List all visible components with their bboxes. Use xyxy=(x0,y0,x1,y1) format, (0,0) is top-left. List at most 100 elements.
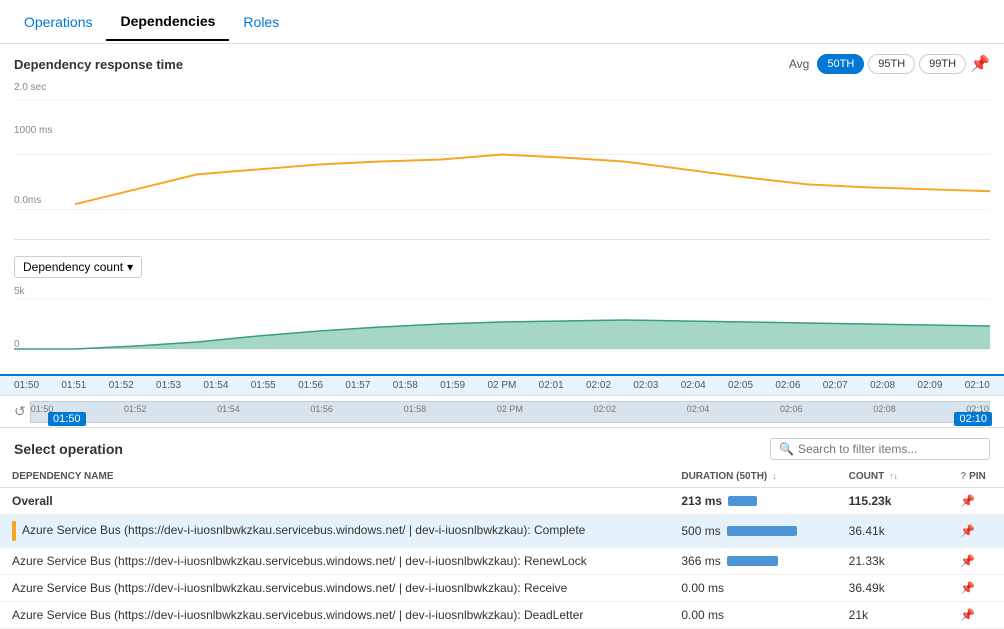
range-start-label: 01:50 xyxy=(48,412,86,426)
pct-50-button[interactable]: 50TH xyxy=(817,54,864,74)
cell-dep-name: Overall xyxy=(0,488,669,515)
tick-20: 02:10 xyxy=(965,380,990,391)
table-container: DEPENDENCY NAME DURATION (50TH) ↓ COUNT … xyxy=(0,466,1004,629)
range-labels: 01:50 02:10 xyxy=(48,412,992,426)
cell-pin[interactable]: 📌 xyxy=(948,488,1004,515)
th-pin: ? PIN xyxy=(948,466,1004,488)
dep-name-text: Overall xyxy=(12,494,53,508)
pin-icon[interactable]: 📌 xyxy=(960,524,975,538)
tick-8: 01:58 xyxy=(393,380,418,391)
tab-dependencies[interactable]: Dependencies xyxy=(106,3,229,41)
cell-count: 21k xyxy=(837,602,949,629)
chart-header: Dependency response time Avg 50TH 95TH 9… xyxy=(14,54,990,74)
table-row[interactable]: Azure Service Bus (https://dev-i-iuosnlb… xyxy=(0,602,1004,629)
tick-3: 01:53 xyxy=(156,380,181,391)
tick-11: 02:01 xyxy=(539,380,564,391)
cell-dep-name: Azure Service Bus (https://dev-i-iuosnlb… xyxy=(0,515,669,548)
pin-icon[interactable]: 📌 xyxy=(960,608,975,622)
cell-count: 115.23k xyxy=(837,488,949,515)
tick-0: 01:50 xyxy=(14,380,39,391)
count-value: 115.23k xyxy=(849,494,892,508)
cell-pin[interactable]: 📌 xyxy=(948,515,1004,548)
table-row[interactable]: Overall 213 ms 115.23k 📌 xyxy=(0,488,1004,515)
response-time-section: Dependency response time Avg 50TH 95TH 9… xyxy=(0,44,1004,250)
tick-9: 01:59 xyxy=(440,380,465,391)
y-label-0: 0 xyxy=(14,339,20,350)
tab-roles[interactable]: Roles xyxy=(229,4,293,40)
orange-indicator xyxy=(12,521,16,541)
th-duration-label: DURATION (50TH) xyxy=(681,471,767,482)
pin-icon[interactable]: 📌 xyxy=(960,554,975,568)
duration-cell-inner: 0.00 ms xyxy=(681,581,824,595)
count-chart-section: 5k 0 xyxy=(0,284,1004,374)
tick-6: 01:56 xyxy=(298,380,323,391)
timeline-section[interactable]: 01:50 01:51 01:52 01:53 01:54 01:55 01:5… xyxy=(0,374,1004,396)
tick-7: 01:57 xyxy=(345,380,370,391)
tick-14: 02:04 xyxy=(681,380,706,391)
select-operation-header: Select operation 🔍 xyxy=(0,428,1004,466)
table-row[interactable]: Azure Service Bus (https://dev-i-iuosnlb… xyxy=(0,575,1004,602)
th-count[interactable]: COUNT ↑↓ xyxy=(837,466,949,488)
th-duration[interactable]: DURATION (50TH) ↓ xyxy=(669,466,836,488)
tick-5: 01:55 xyxy=(251,380,276,391)
cell-dep-name: Azure Service Bus (https://dev-i-iuosnlb… xyxy=(0,575,669,602)
cell-pin[interactable]: 📌 xyxy=(948,602,1004,629)
dropdown-label: Dependency count xyxy=(23,260,123,274)
tab-operations[interactable]: Operations xyxy=(10,4,106,40)
duration-cell-inner: 213 ms xyxy=(681,494,824,508)
y-label-2sec: 2.0 sec xyxy=(14,82,46,93)
search-box[interactable]: 🔍 xyxy=(770,438,990,460)
tick-1: 01:51 xyxy=(61,380,86,391)
cell-count: 36.49k xyxy=(837,575,949,602)
cell-duration: 366 ms xyxy=(669,548,836,575)
duration-cell-inner: 0.00 ms xyxy=(681,608,824,622)
orange-line-svg xyxy=(14,80,990,239)
tick-10: 02 PM xyxy=(487,380,516,391)
count-value: 21k xyxy=(849,608,868,622)
pin-icon[interactable]: 📌 xyxy=(960,581,975,595)
dependency-count-dropdown[interactable]: Dependency count ▾ xyxy=(14,256,142,278)
duration-value: 0.00 ms xyxy=(681,581,724,595)
table-row[interactable]: Azure Service Bus (https://dev-i-iuosnlb… xyxy=(0,548,1004,575)
count-value: 36.41k xyxy=(849,524,885,538)
search-input[interactable] xyxy=(798,442,981,456)
pin-icon[interactable]: 📌 xyxy=(960,494,975,508)
cell-count: 21.33k xyxy=(837,548,949,575)
duration-value: 500 ms xyxy=(681,524,720,538)
tick-13: 02:03 xyxy=(633,380,658,391)
percentile-controls: Avg 50TH 95TH 99TH 📌 xyxy=(789,54,990,74)
timeline-ticks: 01:50 01:51 01:52 01:53 01:54 01:55 01:5… xyxy=(14,378,990,393)
dep-name-text: Azure Service Bus (https://dev-i-iuosnlb… xyxy=(12,554,587,568)
duration-cell-inner: 366 ms xyxy=(681,554,824,568)
cell-duration: 500 ms xyxy=(669,515,836,548)
dep-name-text: Azure Service Bus (https://dev-i-iuosnlb… xyxy=(12,608,583,622)
pct-99-button[interactable]: 99TH xyxy=(919,54,966,74)
duration-bar xyxy=(727,556,778,566)
cell-pin[interactable]: 📌 xyxy=(948,575,1004,602)
table-row[interactable]: Azure Service Bus (https://dev-i-iuosnlb… xyxy=(0,515,1004,548)
count-value: 21.33k xyxy=(849,554,885,568)
operations-table: DEPENDENCY NAME DURATION (50TH) ↓ COUNT … xyxy=(0,466,1004,629)
cell-duration: 0.00 ms xyxy=(669,575,836,602)
duration-bar xyxy=(728,496,757,506)
cell-duration: 0.00 ms xyxy=(669,602,836,629)
cell-pin[interactable]: 📌 xyxy=(948,548,1004,575)
th-pin-help-icon: ? xyxy=(960,471,966,482)
avg-label: Avg xyxy=(789,57,809,71)
duration-value: 213 ms xyxy=(681,494,722,508)
sort-duration-icon: ↓ xyxy=(772,471,777,481)
duration-cell-inner: 500 ms xyxy=(681,524,824,538)
dep-name-text: Azure Service Bus (https://dev-i-iuosnlb… xyxy=(12,581,567,595)
duration-bar xyxy=(727,526,797,536)
minimap-section[interactable]: ↺ 01:50 01:52 01:54 01:56 01:58 02 PM 02… xyxy=(0,396,1004,428)
tab-bar: Operations Dependencies Roles xyxy=(0,0,1004,44)
refresh-icon[interactable]: ↺ xyxy=(14,403,26,420)
pin-button[interactable]: 📌 xyxy=(970,54,990,74)
tick-2: 01:52 xyxy=(109,380,134,391)
range-end-label: 02:10 xyxy=(954,412,992,426)
th-pin-label: PIN xyxy=(969,471,986,482)
dep-name-text: Azure Service Bus (https://dev-i-iuosnlb… xyxy=(22,523,585,537)
pct-95-button[interactable]: 95TH xyxy=(868,54,915,74)
duration-value: 366 ms xyxy=(681,554,720,568)
chart-title: Dependency response time xyxy=(14,57,183,72)
